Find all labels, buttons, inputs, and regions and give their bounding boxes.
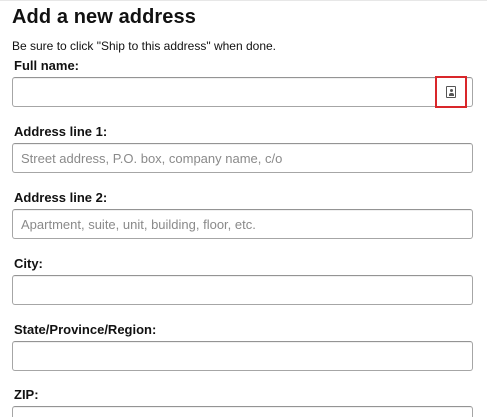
zip-label: ZIP: <box>14 387 39 402</box>
top-divider <box>0 0 487 1</box>
address-line-1-input[interactable] <box>12 143 473 173</box>
zip-input[interactable] <box>12 406 473 417</box>
full-name-label: Full name: <box>14 58 80 73</box>
instructions-text: Be sure to click "Ship to this address" … <box>12 39 276 53</box>
contact-card-icon <box>446 86 456 98</box>
address-line-1-label: Address line 1: <box>14 124 108 139</box>
contact-picker-button[interactable] <box>435 76 467 108</box>
city-input[interactable] <box>12 275 473 305</box>
state-province-region-input[interactable] <box>12 341 473 371</box>
full-name-input[interactable] <box>12 77 473 107</box>
page-title: Add a new address <box>12 6 196 28</box>
city-label: City: <box>14 256 43 271</box>
address-line-2-input[interactable] <box>12 209 473 239</box>
address-line-2-label: Address line 2: <box>14 190 108 205</box>
state-province-region-label: State/Province/Region: <box>14 322 157 337</box>
